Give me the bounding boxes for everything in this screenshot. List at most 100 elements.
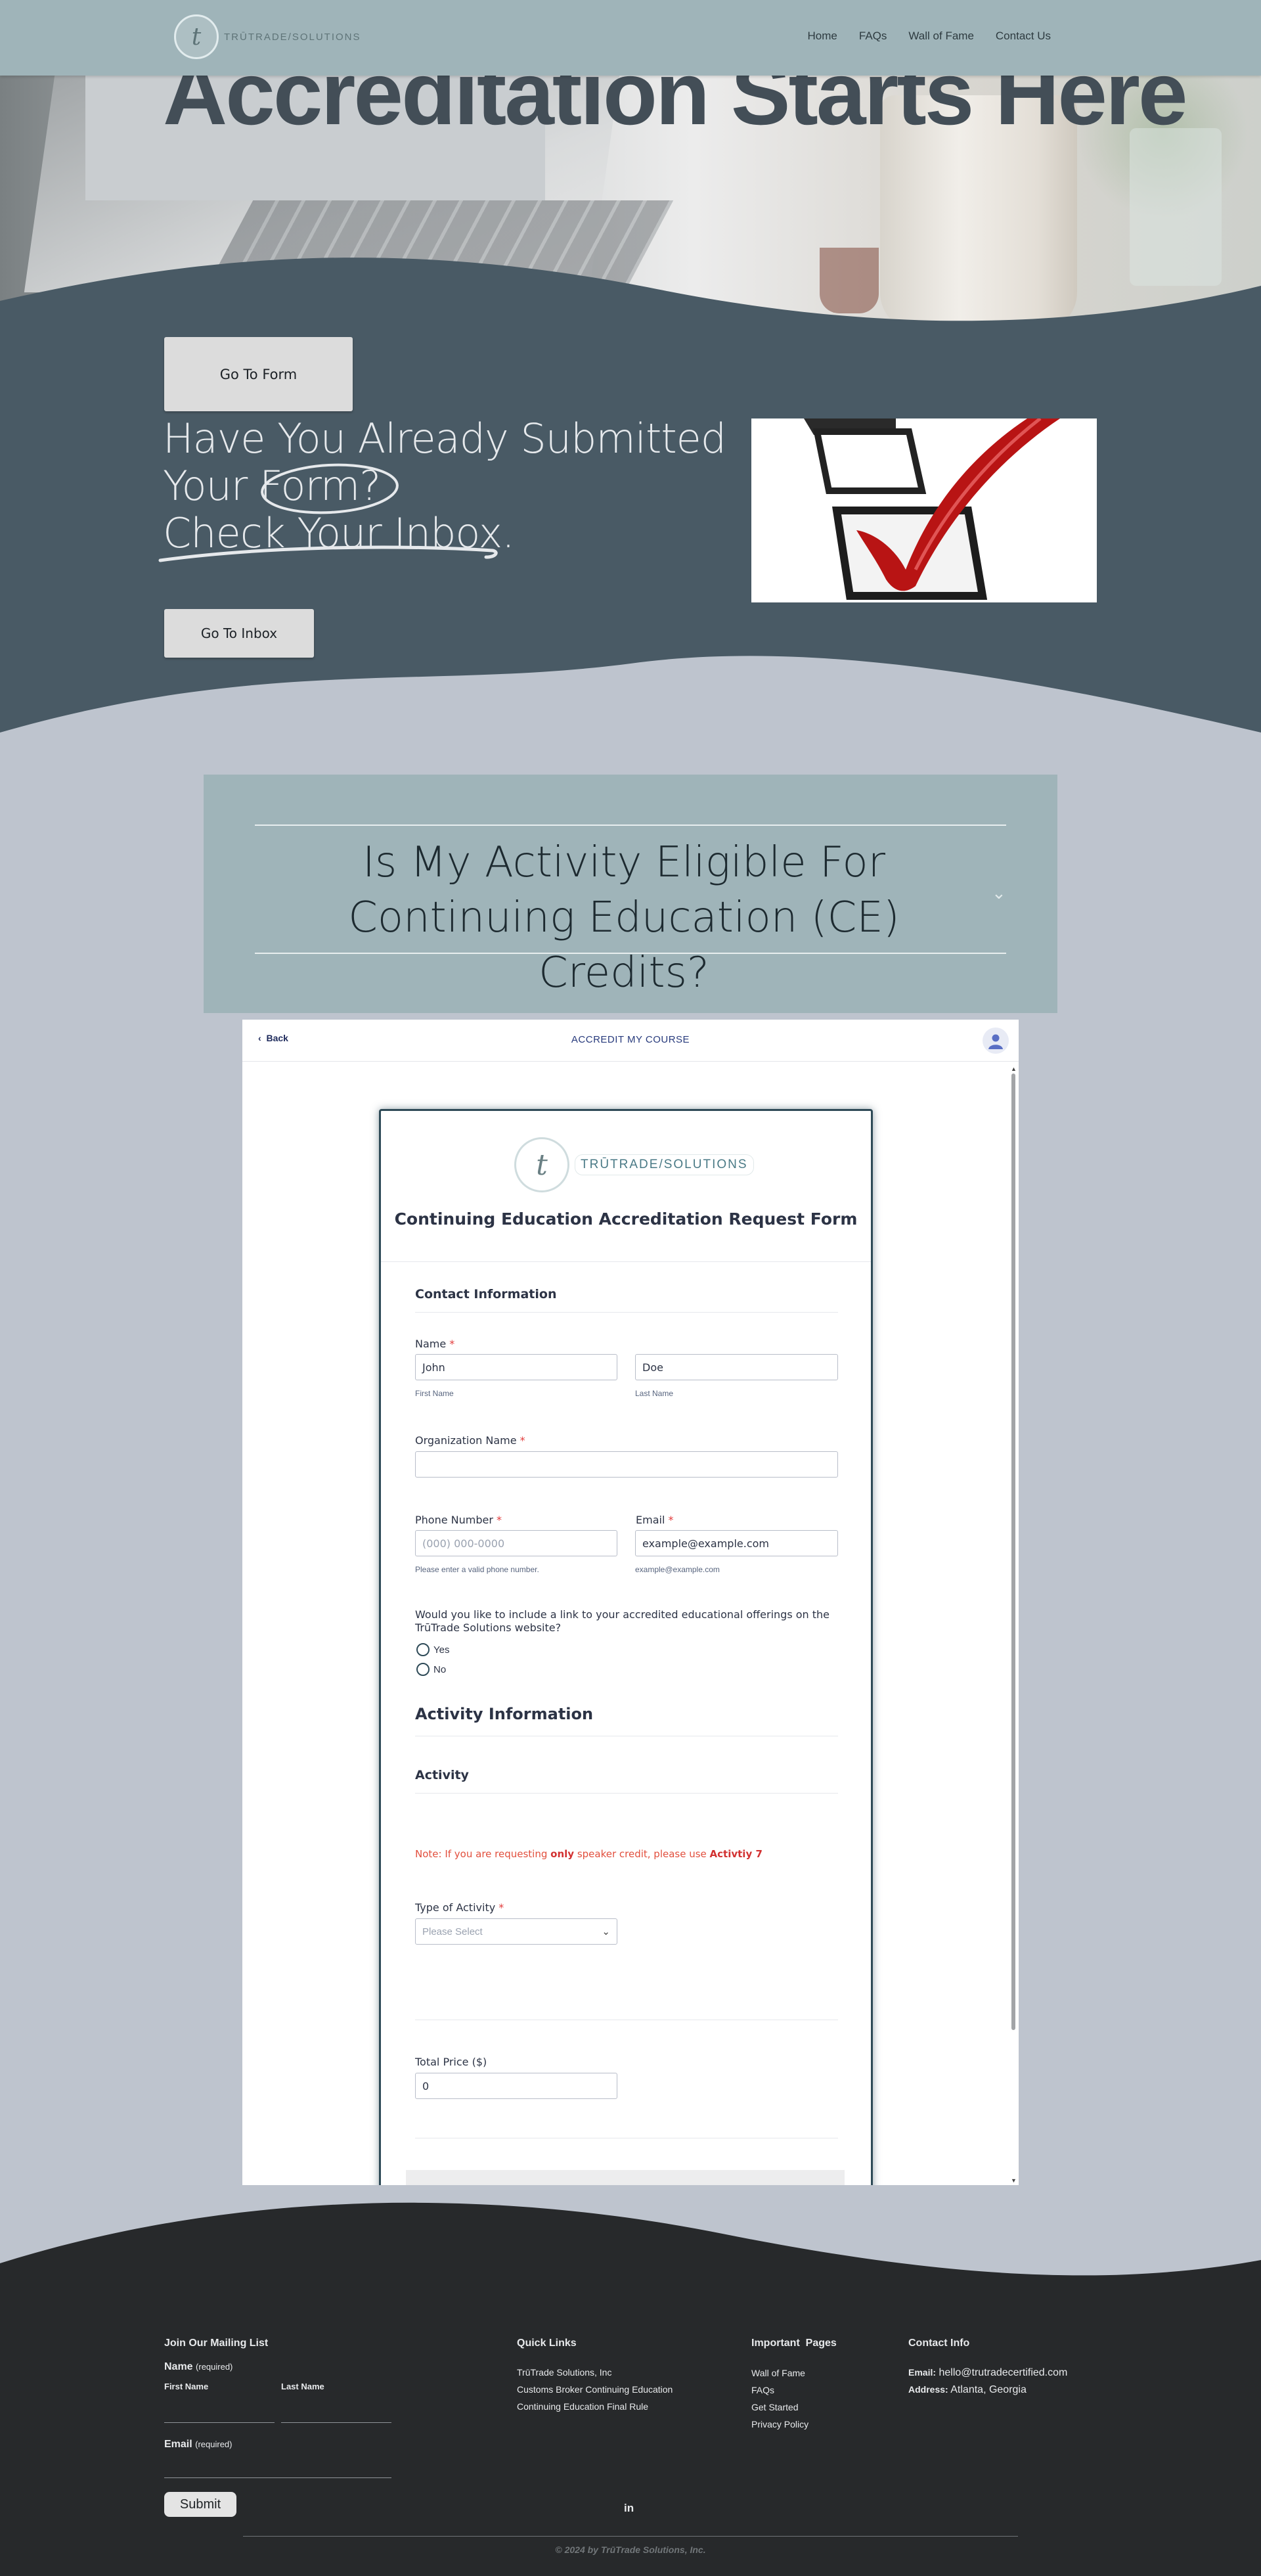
radio-circle-icon[interactable]: [416, 1643, 430, 1656]
linkedin-icon[interactable]: in: [624, 2502, 634, 2515]
activity-type-placeholder: Please Select: [422, 1926, 483, 1937]
radio-yes[interactable]: Yes: [416, 1643, 449, 1656]
email-input[interactable]: example@example.com: [635, 1530, 838, 1556]
top-navigation-bar: t TRŪTRADE/SOLUTIONS Home FAQs Wall of F…: [0, 0, 1261, 76]
phone-sublabel: Please enter a valid phone number.: [415, 1565, 539, 1574]
note-prefix: Note: If you are requesting: [415, 1848, 551, 1860]
footer-name-label-text: Name: [164, 2361, 193, 2372]
required-asterisk: *: [497, 1514, 502, 1526]
contact-address: Address: Atlanta, Georgia: [908, 2384, 1027, 2396]
activity-sub-divider: [415, 1793, 838, 1794]
activity-type-label: Type of Activity *: [415, 1901, 504, 1914]
speaker-credit-note: Note: If you are requesting only speaker…: [415, 1848, 763, 1860]
radio-no[interactable]: No: [416, 1663, 446, 1676]
activity-type-select[interactable]: Please Select ⌄: [415, 1918, 617, 1945]
user-avatar-icon[interactable]: [983, 1028, 1009, 1054]
page-link-faqs[interactable]: FAQs: [751, 2385, 774, 2395]
required-asterisk: *: [498, 1901, 504, 1914]
phone-input[interactable]: (000) 000-0000: [415, 1530, 617, 1556]
page-link-wall-of-fame[interactable]: Wall of Fame: [751, 2368, 805, 2378]
total-price-input[interactable]: 0: [415, 2073, 617, 2099]
nav-contact-us[interactable]: Contact Us: [996, 30, 1051, 43]
page-link-privacy-policy[interactable]: Privacy Policy: [751, 2419, 808, 2429]
accordion-title[interactable]: Is My Activity Eligible For Continuing E…: [276, 835, 972, 1001]
quick-link-3[interactable]: Continuing Education Final Rule: [517, 2401, 648, 2412]
note-activity-link[interactable]: Activtiy 7: [710, 1848, 763, 1860]
activity-subtitle: Activity: [415, 1768, 469, 1782]
page-link-get-started[interactable]: Get Started: [751, 2402, 799, 2412]
phone-label-text: Phone Number: [415, 1514, 493, 1526]
eligibility-accordion[interactable]: Is My Activity Eligible For Continuing E…: [204, 775, 1057, 1013]
form-title: Continuing Education Accreditation Reque…: [394, 1209, 858, 1229]
copyright-text: © 2024 by TrūTrade Solutions, Inc.: [555, 2544, 706, 2555]
radio-no-label: No: [433, 1663, 447, 1675]
form-card: t TRŪTRADE/SOLUTIONS Continuing Educatio…: [379, 1109, 873, 2185]
footer-email-label: Email (required): [164, 2439, 232, 2451]
activity-type-label-text: Type of Activity: [415, 1901, 496, 1914]
site-logo-text: TRŪTRADE/SOLUTIONS: [224, 31, 361, 43]
contact-section-title: Contact Information: [415, 1287, 557, 1301]
nav-wall-of-fame[interactable]: Wall of Fame: [908, 30, 974, 43]
website-link-question: Would you like to include a link to your…: [415, 1608, 830, 1634]
site-logo[interactable]: t TRŪTRADE/SOLUTIONS: [174, 14, 361, 59]
handwritten-underline-decoration: [158, 463, 498, 562]
footer-first-name-label: First Name: [164, 2382, 209, 2391]
contact-email-value[interactable]: hello@trutradecertified.com: [939, 2367, 1067, 2378]
footer-email-label-text: Email: [164, 2439, 192, 2450]
note-bold: only: [550, 1848, 575, 1860]
activity-section-title: Activity Information: [415, 1705, 594, 1723]
trutrade-logo-mark-icon: t: [514, 1137, 569, 1192]
required-note: (required): [195, 2439, 232, 2449]
page: Accreditation Starts Here Go To Form Hav…: [0, 0, 1261, 2576]
organization-label: Organization Name *: [415, 1434, 525, 1447]
title-divider: [381, 1261, 871, 1262]
contact-email: Email: hello@trutradecertified.com: [908, 2367, 1067, 2379]
scroll-up-arrow-icon[interactable]: ▲: [1011, 1066, 1017, 1072]
scroll-down-arrow-icon[interactable]: ▼: [1011, 2177, 1017, 2184]
nav-faqs[interactable]: FAQs: [859, 30, 887, 43]
form-logo-text: TRŪTRADE/SOLUTIONS: [575, 1154, 754, 1175]
go-to-form-button[interactable]: Go To Form: [164, 337, 353, 411]
required-asterisk: *: [520, 1434, 525, 1447]
embedded-form-frame: ‹ Back ACCREDIT MY COURSE ▲ ▼ t TRŪTRADE…: [242, 1020, 1019, 2185]
accordion-top-divider: [255, 825, 1006, 826]
mailing-list-title: Join Our Mailing List: [164, 2338, 269, 2349]
form-logo: t TRŪTRADE/SOLUTIONS: [514, 1137, 754, 1192]
accordion-bottom-divider: [255, 953, 1006, 954]
footer-last-name-label: Last Name: [281, 2382, 324, 2391]
frame-scrollbar[interactable]: ▲ ▼: [1011, 1066, 1017, 2184]
quick-link-1[interactable]: TrūTrade Solutions, Inc: [517, 2367, 611, 2378]
contact-divider: [415, 1312, 838, 1313]
chevron-down-icon: ⌄: [602, 1926, 610, 1937]
last-name-sublabel: Last Name: [635, 1389, 674, 1398]
email-sublabel: example@example.com: [635, 1565, 720, 1574]
name-label: Name *: [415, 1338, 454, 1350]
first-name-sublabel: First Name: [415, 1389, 454, 1398]
organization-input[interactable]: [415, 1451, 838, 1478]
organization-label-text: Organization Name: [415, 1434, 517, 1447]
total-price-label: Total Price ($): [415, 2056, 487, 2068]
footer-email-input[interactable]: [164, 2477, 391, 2478]
frame-title: ACCREDIT MY COURSE: [571, 1034, 690, 1045]
form-footer-bar: [406, 2170, 845, 2185]
nav-home[interactable]: Home: [808, 30, 837, 43]
radio-circle-icon[interactable]: [416, 1663, 430, 1676]
quick-link-2[interactable]: Customs Broker Continuing Education: [517, 2384, 673, 2395]
required-note: (required): [196, 2362, 233, 2372]
footer-divider: [243, 2536, 1018, 2537]
quick-links-title: Quick Links: [517, 2338, 577, 2349]
last-name-input[interactable]: Doe: [635, 1354, 838, 1380]
first-name-input[interactable]: John: [415, 1354, 617, 1380]
name-label-text: Name: [415, 1338, 447, 1350]
checkbox-checkmark-image: [751, 418, 1097, 602]
chevron-down-icon[interactable]: ⌄: [992, 883, 1006, 903]
contact-address-value: Atlanta, Georgia: [950, 2384, 1027, 2395]
footer-last-name-input[interactable]: [281, 2422, 391, 2423]
trutrade-logo-mark-icon: t: [174, 14, 219, 59]
footer-first-name-input[interactable]: [164, 2422, 275, 2423]
email-label: Email *: [636, 1514, 673, 1526]
scrollbar-thumb[interactable]: [1011, 1073, 1015, 2030]
note-middle: speaker credit, please use: [574, 1848, 710, 1860]
footer-submit-button[interactable]: Submit: [164, 2492, 236, 2517]
go-to-inbox-button[interactable]: Go To Inbox: [164, 609, 314, 658]
